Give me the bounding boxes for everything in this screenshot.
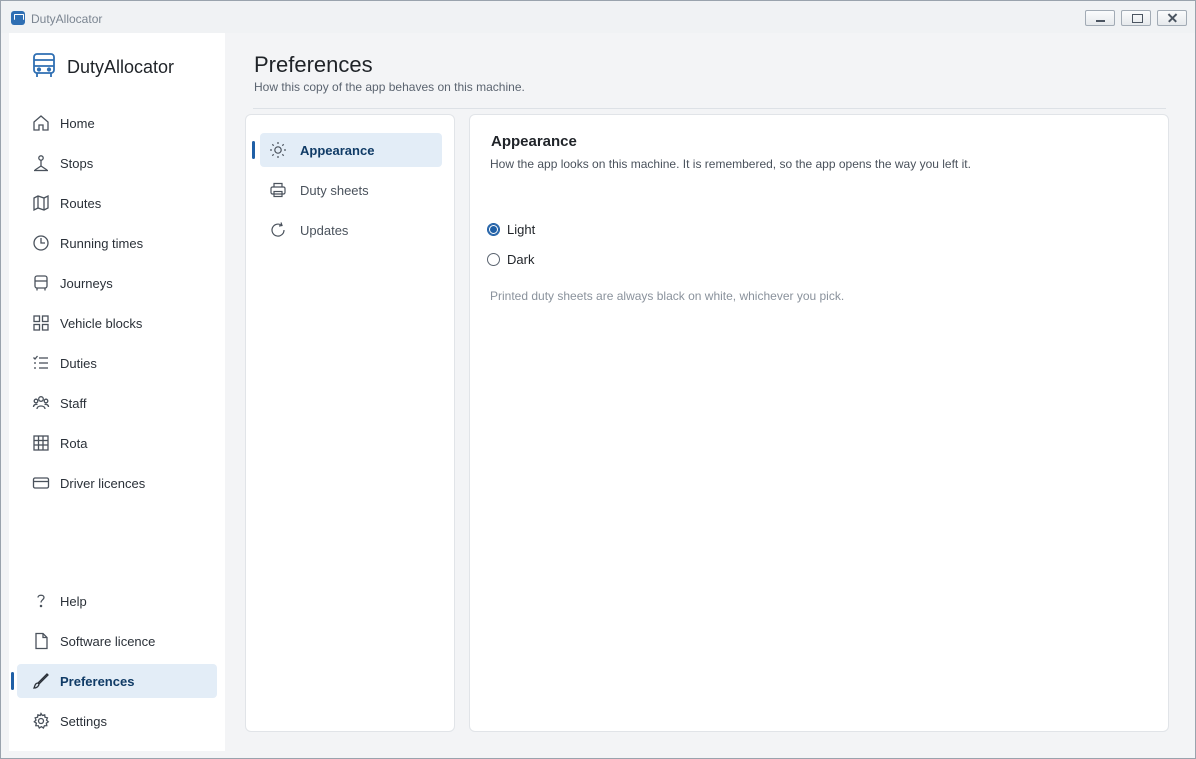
checklist-icon xyxy=(31,353,51,373)
brand: DutyAllocator xyxy=(31,51,174,84)
map-icon xyxy=(31,193,51,213)
radio-button[interactable] xyxy=(487,253,500,266)
theme-option-dark[interactable]: Dark xyxy=(487,252,534,267)
page-title: Preferences xyxy=(254,52,373,77)
sun-icon xyxy=(268,140,288,160)
sidebar-item-settings[interactable]: Settings xyxy=(17,704,217,738)
bus-icon xyxy=(31,273,51,293)
stop-sign-icon xyxy=(31,153,51,173)
sidebar-item-journeys[interactable]: Journeys xyxy=(17,266,217,300)
printer-icon xyxy=(268,180,288,200)
sidebar-item-label: Software licence xyxy=(60,633,156,649)
main-content: Preferences How this copy of the app beh… xyxy=(225,33,1195,751)
sidebar-item-label: Settings xyxy=(60,713,107,729)
radio-label: Light xyxy=(507,222,536,237)
subnav-item-updates[interactable]: Updates xyxy=(260,213,442,247)
sidebar-item-label: Driver licences xyxy=(60,475,146,491)
sidebar-item-label: Duties xyxy=(60,355,97,371)
sidebar-item-label: Preferences xyxy=(60,673,135,689)
grid-icon xyxy=(31,313,51,333)
sidebar-item-duties[interactable]: Duties xyxy=(17,346,217,380)
subnav-item-appearance[interactable]: Appearance xyxy=(252,133,442,167)
radio-label: Dark xyxy=(507,252,535,267)
card-icon xyxy=(31,473,51,493)
header-divider xyxy=(253,108,1166,109)
people-icon xyxy=(31,393,51,413)
sidebar-item-label: Running times xyxy=(60,235,144,251)
sidebar-item-stops[interactable]: Stops xyxy=(17,146,217,180)
minimize-button[interactable] xyxy=(1085,10,1115,26)
subnav-item-label: Duty sheets xyxy=(300,182,369,198)
sidebar-item-software-licence[interactable]: Software licence xyxy=(17,624,217,658)
subnav-item-label: Appearance xyxy=(300,142,375,158)
page-subtitle: How this copy of the app behaves on this… xyxy=(254,80,525,94)
preferences-subnav: Appearance Duty sheets Updates xyxy=(245,114,455,732)
gear-icon xyxy=(31,711,51,731)
sidebar-item-home[interactable]: Home xyxy=(17,106,217,140)
sidebar-item-staff[interactable]: Staff xyxy=(17,386,217,420)
sidebar-item-help[interactable]: Help xyxy=(17,584,217,618)
sidebar-item-rota[interactable]: Rota xyxy=(17,426,217,460)
appearance-panel: Appearance How the app looks on this mac… xyxy=(469,114,1169,732)
sidebar-item-label: Rota xyxy=(60,435,88,451)
sidebar-item-label: Vehicle blocks xyxy=(60,315,143,331)
sidebar-item-driver-licences[interactable]: Driver licences xyxy=(17,466,217,500)
app-window: DutyAllocator DutyAllocator Home Stops R… xyxy=(0,0,1196,759)
refresh-icon xyxy=(268,220,288,240)
panel-note: Printed duty sheets are always black on … xyxy=(490,289,845,303)
sidebar-item-routes[interactable]: Routes xyxy=(17,186,217,220)
subnav-item-label: Updates xyxy=(300,222,349,238)
sidebar-item-running-times[interactable]: Running times xyxy=(17,226,217,260)
brush-icon xyxy=(31,671,51,691)
panel-description: How the app looks on this machine. It is… xyxy=(490,157,971,171)
sidebar-item-vehicle-blocks[interactable]: Vehicle blocks xyxy=(17,306,217,340)
sidebar-item-preferences[interactable]: Preferences xyxy=(11,664,217,698)
radio-button[interactable] xyxy=(487,223,500,236)
panel-title: Appearance xyxy=(491,133,577,150)
app-icon xyxy=(11,11,25,25)
home-icon xyxy=(31,113,51,133)
brand-name: DutyAllocator xyxy=(67,57,175,77)
subnav-item-duty-sheets[interactable]: Duty sheets xyxy=(260,173,442,207)
table-icon xyxy=(31,433,51,453)
sidebar-item-label: Staff xyxy=(60,395,87,411)
window-controls xyxy=(1085,10,1187,26)
sidebar-item-label: Home xyxy=(60,115,95,131)
sidebar: DutyAllocator Home Stops Routes Running … xyxy=(9,33,225,751)
theme-option-light[interactable]: Light xyxy=(487,222,535,237)
clock-icon xyxy=(31,233,51,253)
window-title: DutyAllocator xyxy=(31,12,103,26)
maximize-button[interactable] xyxy=(1121,10,1151,26)
sidebar-item-label: Journeys xyxy=(60,275,113,291)
title-bar: DutyAllocator xyxy=(1,1,1195,33)
sidebar-item-label: Routes xyxy=(60,195,102,211)
sidebar-item-label: Stops xyxy=(60,155,94,171)
close-button[interactable] xyxy=(1157,10,1187,26)
bus-logo-icon xyxy=(31,51,57,84)
document-icon xyxy=(31,631,51,651)
question-icon xyxy=(31,591,51,611)
sidebar-item-label: Help xyxy=(60,593,87,609)
